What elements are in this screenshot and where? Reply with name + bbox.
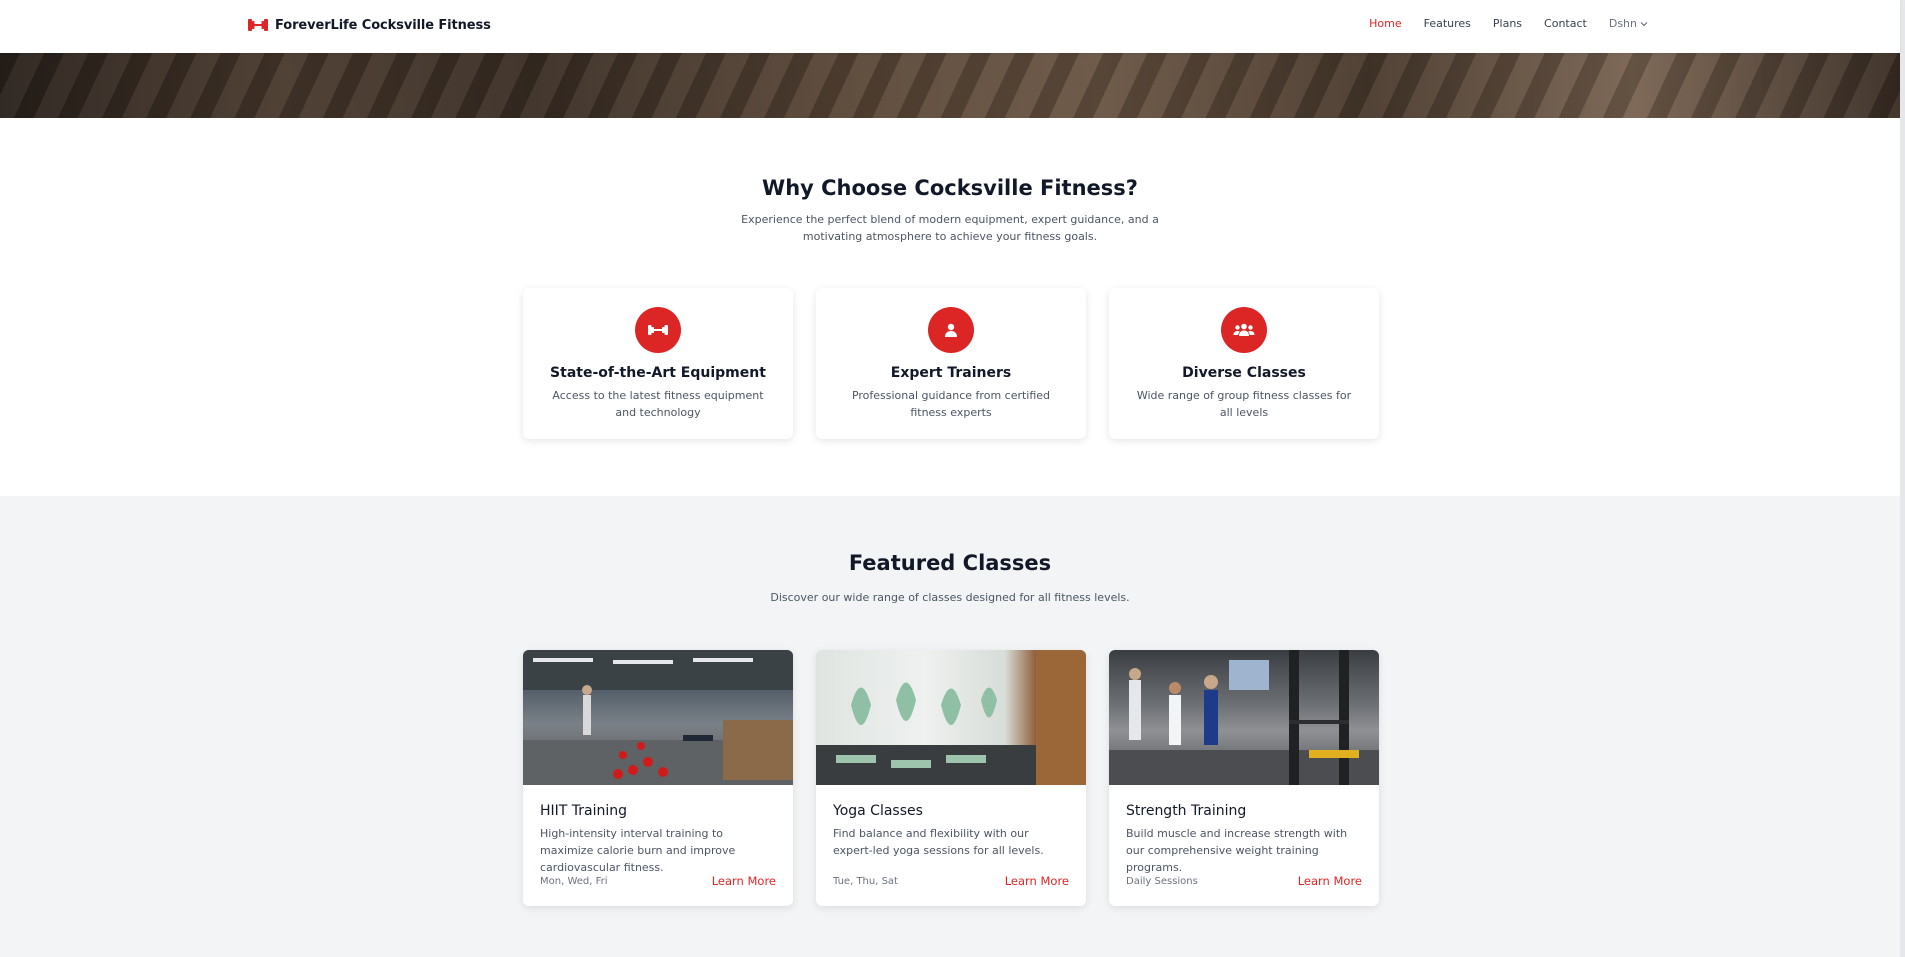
class-title: HIIT Training (540, 803, 628, 819)
featured-classes-section: Featured Classes Discover our wide range… (0, 496, 1900, 957)
brand-name: ForeverLife Cocksville Fitness (275, 17, 491, 33)
why-title: Why Choose Cocksville Fitness? (762, 176, 1138, 200)
class-schedule: Tue, Thu, Sat (833, 875, 898, 887)
class-cards: HIIT Training High-intensity interval tr… (523, 650, 1379, 906)
strength-image (1109, 650, 1379, 785)
user-menu[interactable]: Dshn (1609, 17, 1648, 30)
classes-title: Featured Classes (848, 551, 1052, 575)
dumbbell-icon (635, 307, 681, 353)
class-schedule: Daily Sessions (1126, 875, 1198, 887)
chevron-down-icon (1640, 21, 1648, 26)
feature-card-equipment: State-of-the-Art Equipment Access to the… (523, 288, 793, 439)
feature-title: State-of-the-Art Equipment (550, 365, 766, 381)
feature-desc: Professional guidance from certified fit… (851, 389, 1051, 419)
class-schedule: Mon, Wed, Fri (540, 875, 608, 887)
users-icon (1221, 307, 1267, 353)
class-card-strength: Strength Training Build muscle and incre… (1109, 650, 1379, 906)
brand-logo[interactable]: ForeverLife Cocksville Fitness (247, 15, 491, 35)
dumbbell-icon (248, 19, 268, 31)
nav-features-link[interactable]: Features (1424, 17, 1471, 30)
why-choose-section: Why Choose Cocksville Fitness? Experienc… (0, 118, 1900, 496)
feature-card-trainers: Expert Trainers Professional guidance fr… (816, 288, 1086, 439)
class-desc: Build muscle and increase strength with … (1126, 827, 1348, 874)
top-navbar: ForeverLife Cocksville Fitness Home Feat… (0, 0, 1900, 53)
yoga-image (816, 650, 1086, 785)
class-title: Strength Training (1126, 803, 1247, 819)
nav-contact-link[interactable]: Contact (1544, 17, 1587, 30)
user-name: Dshn (1608, 17, 1637, 30)
class-card-hiit: HIIT Training High-intensity interval tr… (523, 650, 793, 906)
class-desc: High-intensity interval training to maxi… (540, 827, 736, 874)
class-card-yoga: Yoga Classes Find balance and flexibilit… (816, 650, 1086, 906)
learn-more-link[interactable]: Learn More (1005, 874, 1069, 888)
page-scrollbar[interactable] (1900, 0, 1905, 957)
feature-desc: Access to the latest fitness equipment a… (552, 389, 764, 419)
hiit-image (523, 650, 793, 785)
feature-cards: State-of-the-Art Equipment Access to the… (523, 288, 1379, 439)
learn-more-link[interactable]: Learn More (1298, 874, 1362, 888)
learn-more-link[interactable]: Learn More (712, 874, 776, 888)
feature-card-classes: Diverse Classes Wide range of group fitn… (1109, 288, 1379, 439)
class-desc: Find balance and flexibility with our ex… (833, 827, 1044, 857)
classes-subtitle: Discover our wide range of classes desig… (770, 591, 1130, 604)
nav-plans-link[interactable]: Plans (1493, 17, 1522, 30)
feature-desc: Wide range of group fitness classes for … (1136, 389, 1352, 419)
hero-image (0, 53, 1900, 118)
feature-title: Expert Trainers (890, 365, 1012, 381)
nav-home-link[interactable]: Home (1369, 17, 1401, 30)
main-nav: Home Features Plans Contact Dshn (1369, 17, 1648, 30)
user-icon (928, 307, 974, 353)
feature-title: Diverse Classes (1182, 365, 1306, 381)
why-subtitle: Experience the perfect blend of modern e… (741, 213, 1159, 243)
class-title: Yoga Classes (833, 803, 923, 819)
